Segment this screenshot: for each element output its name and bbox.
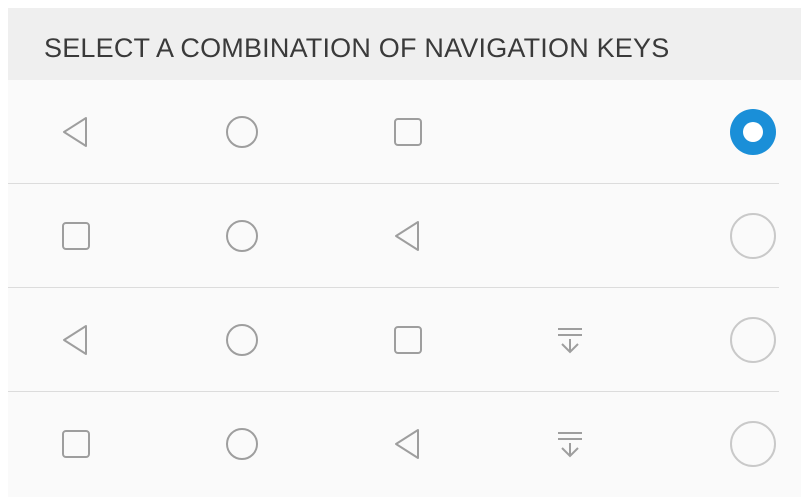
radio-button-selected[interactable]: [730, 109, 776, 155]
option-row-3[interactable]: [8, 288, 779, 392]
notification-pull-down-icon: [550, 424, 590, 464]
navigation-keys-panel: SELECT A COMBINATION OF NAVIGATION KEYS: [8, 8, 801, 497]
section-header: SELECT A COMBINATION OF NAVIGATION KEYS: [8, 8, 801, 80]
radio-button[interactable]: [730, 421, 776, 467]
back-icon: [56, 112, 96, 152]
recent-apps-icon: [56, 424, 96, 464]
back-icon: [56, 320, 96, 360]
home-icon: [222, 216, 262, 256]
back-icon: [388, 216, 428, 256]
back-icon: [388, 424, 428, 464]
option-row-4[interactable]: [8, 392, 779, 496]
home-icon: [222, 424, 262, 464]
option-list: [8, 80, 801, 496]
recent-apps-icon: [388, 320, 428, 360]
recent-apps-icon: [388, 112, 428, 152]
radio-button[interactable]: [730, 213, 776, 259]
notification-pull-down-icon: [550, 320, 590, 360]
section-title: SELECT A COMBINATION OF NAVIGATION KEYS: [44, 32, 670, 63]
home-icon: [222, 320, 262, 360]
radio-button[interactable]: [730, 317, 776, 363]
option-row-2[interactable]: [8, 184, 779, 288]
option-row-1[interactable]: [8, 80, 779, 184]
recent-apps-icon: [56, 216, 96, 256]
home-icon: [222, 112, 262, 152]
